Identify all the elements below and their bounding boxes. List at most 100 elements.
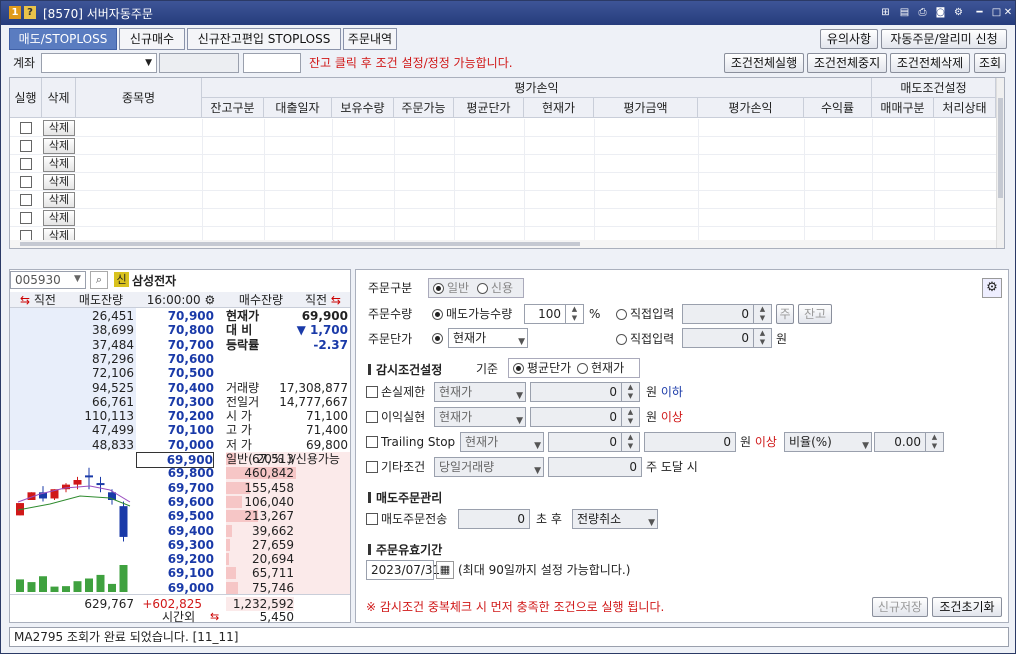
arrow-swap-icon[interactable]: ⇆ (210, 610, 219, 623)
candle (73, 480, 82, 485)
settings-gear-icon[interactable]: ⚙ (982, 278, 1002, 298)
settings-icon[interactable]: ⚙ (952, 6, 965, 19)
base-avg-radio[interactable] (513, 363, 524, 374)
ask-qty: 66,761 (92, 394, 134, 409)
etc-check[interactable]: 기타조건 (366, 459, 425, 475)
password-field[interactable] (243, 53, 301, 73)
date-input[interactable]: 2023/07/31 (366, 560, 440, 580)
ask-price: 70,300 (167, 394, 214, 409)
profit-input[interactable]: 0 ▲ ▼ (530, 407, 640, 427)
qty-mode-radio[interactable]: 매도가능수량 (432, 306, 512, 322)
search-icon[interactable]: ⌕ (90, 271, 108, 289)
tab-new-balance-stoploss[interactable]: 신규잔고편입 STOPLOSS (187, 28, 341, 50)
trailing-input-2[interactable]: 0 (644, 432, 736, 452)
run-checkbox[interactable] (20, 176, 32, 188)
layout-icon[interactable]: ▤ (898, 6, 911, 19)
price-mode-select[interactable]: 현재가 ▼ (448, 328, 528, 348)
ratio-select[interactable]: 비율(%) ▼ (784, 432, 872, 452)
maximize-icon[interactable]: □ (990, 6, 1003, 19)
etc-select[interactable]: 당일거래량 ▼ (434, 457, 544, 477)
valid-period-title: 주문유효기간 (368, 541, 442, 558)
run-checkbox[interactable] (20, 212, 32, 224)
calendar-icon[interactable]: ▦ (436, 561, 454, 579)
volume-bar (119, 565, 128, 592)
ask-qty: 48,833 (92, 437, 134, 452)
account-select[interactable]: ▼ (41, 53, 157, 73)
bid-qty: 27,659 (252, 537, 294, 552)
run-checkbox[interactable] (20, 158, 32, 170)
trailing-select[interactable]: 현재가 ▼ (460, 432, 544, 452)
delete-button[interactable]: 삭제 (43, 138, 75, 154)
screenshot-icon[interactable]: ◙ (934, 6, 947, 19)
delete-button[interactable]: 삭제 (43, 192, 75, 208)
ratio-input[interactable]: 0.00 ▲ ▼ (874, 432, 944, 452)
profit-check[interactable]: 이익실현 (366, 409, 425, 425)
bid-price: 69,300 (167, 537, 214, 552)
stoploss-check[interactable]: 손실제한 (366, 384, 425, 400)
price-direct-radio[interactable]: 직접입력 (616, 331, 674, 347)
chevron-down-icon[interactable]: ▼ (74, 274, 81, 284)
delete-button[interactable]: 삭제 (43, 156, 75, 172)
price-mode-radio[interactable] (432, 333, 443, 344)
delete-button[interactable]: 삭제 (43, 210, 75, 226)
base-cur-radio[interactable] (577, 363, 588, 374)
close-icon[interactable]: ✕ (1003, 6, 1013, 19)
run-checkbox[interactable] (20, 194, 32, 206)
qty-direct-input[interactable]: 0 ▲ ▼ (682, 304, 772, 324)
stoploss-input[interactable]: 0 ▲ ▼ (530, 382, 640, 402)
caution-button[interactable]: 유의사항 (820, 29, 878, 49)
delete-button[interactable]: 삭제 (43, 174, 75, 190)
ob-prev-right: 직전 ⇆ (296, 292, 350, 308)
cancel-select[interactable]: 전량취소 ▼ (572, 509, 658, 529)
sell-send-input[interactable]: 0 (458, 509, 530, 529)
after-hours-qty: 5,450 (259, 610, 294, 624)
trailing-check[interactable]: Trailing Stop (366, 434, 455, 450)
qty-input[interactable]: 100 ▲ ▼ (524, 304, 584, 324)
delete-button[interactable]: 삭제 (43, 120, 75, 136)
tab-new-buy[interactable]: 신규매수 (119, 28, 185, 50)
run-checkbox[interactable] (20, 122, 32, 134)
auto-order-apply-button[interactable]: 자동주문/알리미 신청 (881, 29, 1007, 49)
radio-credit[interactable] (476, 283, 488, 294)
help-badge[interactable]: ? (24, 6, 36, 19)
share-unit-button[interactable]: 주 (776, 304, 794, 324)
grid-hscroll[interactable] (10, 240, 996, 248)
volume-bar (50, 586, 59, 592)
ask-price: 70,500 (167, 366, 214, 381)
arrow-swap-icon[interactable]: ⇆ (20, 293, 30, 307)
ask-price: 70,900 (167, 309, 214, 323)
etc-input[interactable]: 0 (548, 457, 642, 477)
col-0: 잔고구분 (202, 98, 264, 118)
tab-order-history[interactable]: 주문내역 (343, 28, 397, 50)
new-save-button[interactable]: 신규저장 (872, 597, 928, 617)
arrow-swap-icon[interactable]: ⇆ (331, 293, 341, 307)
balance-button[interactable]: 잔고 (798, 304, 832, 324)
profit-select[interactable]: 현재가 ▼ (434, 407, 526, 427)
trailing-input-1[interactable]: 0 ▲ ▼ (548, 432, 640, 452)
table-row: 삭제 (10, 137, 997, 155)
stoploss-select[interactable]: 현재가 ▼ (434, 382, 526, 402)
run-all-button[interactable]: 조건전체실행 (724, 53, 804, 73)
pct-unit: % (589, 307, 601, 321)
grid-vscroll[interactable] (996, 78, 1004, 248)
print-icon[interactable]: ⎙ (916, 6, 929, 19)
sell-send-check[interactable]: 매도주문전송 (366, 511, 447, 527)
reset-button[interactable]: 조건초기화 (932, 597, 1002, 617)
tab-sell-stoploss[interactable]: 매도/STOPLOSS (9, 28, 117, 50)
info-key: 시 가 (226, 409, 252, 424)
bid-price: 69,000 (167, 580, 214, 595)
stop-all-button[interactable]: 조건전체중지 (807, 53, 887, 73)
run-checkbox[interactable] (20, 140, 32, 152)
price-direct-input[interactable]: 0 ▲ ▼ (682, 328, 772, 348)
link-icon[interactable]: ⊞ (879, 6, 892, 19)
gear-icon[interactable]: ⚙ (204, 293, 215, 307)
candle (96, 483, 105, 486)
bid-qty: 155,458 (244, 480, 294, 495)
qty-direct-radio[interactable]: 직접입력 (616, 306, 674, 322)
minimize-icon[interactable]: ━ (973, 6, 986, 19)
search-button[interactable]: 조회 (974, 53, 1006, 73)
delete-all-button[interactable]: 조건전체삭제 (890, 53, 970, 73)
radio-normal[interactable] (433, 283, 444, 294)
info-value: -2.37 (313, 337, 348, 352)
col-10: 처리상태 (934, 98, 996, 118)
